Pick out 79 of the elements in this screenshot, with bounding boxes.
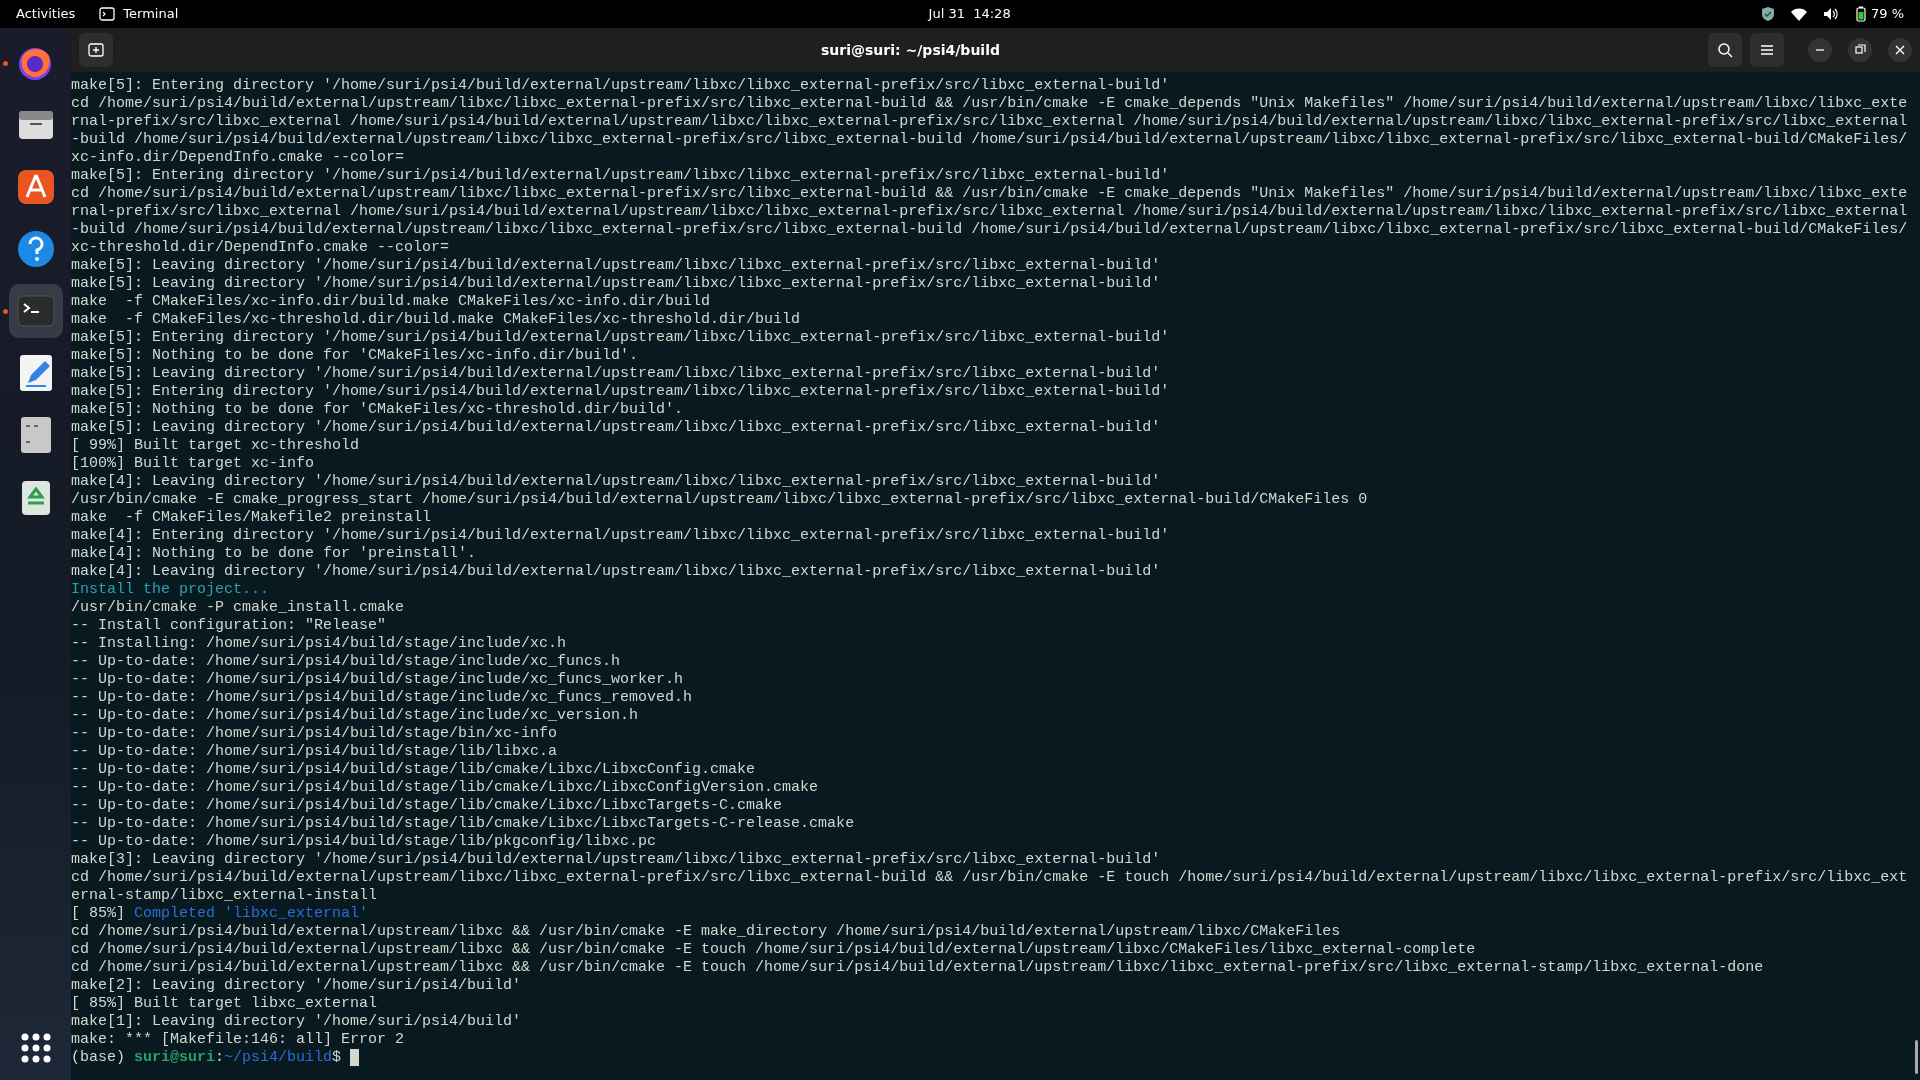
terminal-line: cd /home/suri/psi4/build/external/upstream/libxc/libxc_external-prefix/src/libxc_external-build && /usr/bin/cmake -E cmake_depends "Unix Makefiles" /home/suri/psi4/build/external/upstream/libxc/libxc_exte: [71, 185, 1908, 202]
terminal-line: xc-threshold.dir/DependInfo.cmake --color=: [71, 239, 450, 256]
terminal-line: make[5]: Nothing to be done for 'CMakeFiles/xc-threshold.dir/build'.: [71, 401, 684, 418]
terminal-line: -- Up-to-date: /home/suri/psi4/build/stage/lib/libxc.a: [71, 743, 558, 760]
terminal-line: -build /home/suri/psi4/build/external/upstream/libxc/libxc_external-prefix/src/libxc_external-build /home/suri/psi4/build/external/upstream/libxc/libxc_external-prefix/src/libxc_external-build/CMakeFiles/: [71, 221, 1908, 238]
window-title: suri@suri: ~/psi4/build: [821, 40, 1000, 60]
terminal-line: -- Up-to-date: /home/suri/psi4/build/stage/lib/cmake/Libxc/LibxcConfig.cmake: [71, 761, 756, 778]
terminal-line: make[5]: Leaving directory '/home/suri/psi4/build/external/upstream/libxc/libxc_external-prefix/src/libxc_external-build': [71, 257, 1161, 274]
clock[interactable]: Jul 31 14:28: [928, 4, 1011, 24]
terminal-line: -- Install configuration: "Release": [71, 617, 387, 634]
new-tab-button[interactable]: [79, 33, 113, 67]
terminal-line: xc-info.dir/DependInfo.cmake --color=: [71, 149, 405, 166]
terminal-line: [ 85%] Built target libxc_external: [71, 995, 378, 1012]
terminal-line: [100%] Built target xc-info: [71, 455, 315, 472]
battery-icon: [1854, 6, 1867, 22]
terminal-line: -- Up-to-date: /home/suri/psi4/build/stage/lib/cmake/Libxc/LibxcConfigVersion.cmake: [71, 779, 819, 796]
shield-icon: [1760, 6, 1775, 22]
terminal-line: [ 99%] Built target xc-threshold: [71, 437, 360, 454]
search-button[interactable]: [1708, 33, 1742, 67]
terminal-line: make[2]: Leaving directory '/home/suri/psi4/build': [71, 977, 522, 994]
terminal-line: make[5]: Leaving directory '/home/suri/psi4/build/external/upstream/libxc/libxc_external-prefix/src/libxc_external-build': [71, 365, 1161, 382]
terminal-line: cd /home/suri/psi4/build/external/upstream/libxc/libxc_external-prefix/src/libxc_external-build && /usr/bin/cmake -E cmake_depends "Unix Makefiles" /home/suri/psi4/build/external/upstream/libxc/libxc_exte: [71, 95, 1908, 112]
terminal-line: make -f CMakeFiles/xc-info.dir/build.make CMakeFiles/xc-info.dir/build: [71, 293, 711, 310]
app-name[interactable]: Terminal: [123, 4, 179, 24]
battery-percentage: 79 %: [1870, 5, 1904, 24]
terminal-line: cd /home/suri/psi4/build/external/upstream/libxc && /usr/bin/cmake -E make_directory /home/suri/psi4/build/external/upstream/libxc/CMakeFiles: [71, 923, 1341, 940]
terminal-line: (base) suri@suri:~/psi4/build$: [71, 1049, 343, 1066]
terminal-line: Install the project...: [71, 581, 270, 598]
close-button[interactable]: [1888, 38, 1912, 62]
app-grid-icon[interactable]: [19, 1032, 52, 1064]
terminal-line: /usr/bin/cmake -E cmake_progress_start /home/suri/psi4/build/external/upstream/libxc/libxc_external-prefix/src/libxc_external-build/CMakeFiles 0: [71, 491, 1368, 508]
terminal-line: /usr/bin/cmake -P cmake_install.cmake: [71, 599, 405, 616]
scrollbar[interactable]: [1915, 1040, 1918, 1074]
terminal-line: -- Up-to-date: /home/suri/psi4/build/stage/bin/xc-info: [71, 725, 558, 742]
restore-icon: [1853, 43, 1867, 57]
terminal-line: cd /home/suri/psi4/build/external/upstream/libxc/libxc_external-prefix/src/libxc_external-build && /usr/bin/cmake -E touch /home/suri/psi4/build/external/upstream/libxc/libxc_external-prefix/src/libxc_ext: [71, 869, 1908, 886]
terminal-line: make[5]: Entering directory '/home/suri/psi4/build/external/upstream/libxc/libxc_external-prefix/src/libxc_external-build': [71, 383, 1170, 400]
terminal-line: make[5]: Leaving directory '/home/suri/psi4/build/external/upstream/libxc/libxc_external-prefix/src/libxc_external-build': [71, 419, 1161, 436]
terminal-line: -- Up-to-date: /home/suri/psi4/build/stage/include/xc_version.h: [71, 707, 639, 724]
terminal-line: -- Installing: /home/suri/psi4/build/stage/include/xc.h: [71, 635, 567, 652]
minimize-button[interactable]: [1808, 38, 1832, 62]
search-icon: [1717, 42, 1733, 58]
terminal-line: [ 85%] Completed 'libxc_external': [71, 905, 369, 922]
terminal-line: rnal-prefix/src/libxc_external /home/suri/psi4/build/external/upstream/libxc/libxc_external-prefix/src/libxc_external /home/suri/psi4/build/external/upstream/libxc/libxc_external-prefix/src/libxc_external: [71, 203, 1908, 220]
terminal-line: make[4]: Leaving directory '/home/suri/psi4/build/external/upstream/libxc/libxc_external-prefix/src/libxc_external-build': [71, 473, 1161, 490]
terminal-line: make[4]: Entering directory '/home/suri/psi4/build/external/upstream/libxc/libxc_external-prefix/src/libxc_external-build': [71, 527, 1170, 544]
menu-icon: [1760, 44, 1774, 56]
terminal-line: -- Up-to-date: /home/suri/psi4/build/stage/lib/pkgconfig/libxc.pc: [71, 833, 657, 850]
terminal-line: make[5]: Nothing to be done for 'CMakeFiles/xc-info.dir/build'.: [71, 347, 639, 364]
activities-button[interactable]: Activities: [16, 4, 76, 24]
terminal-icon: [99, 7, 116, 21]
plus-tab-icon: [88, 42, 104, 58]
terminal-line: ernal-stamp/libxc_external-install: [71, 887, 378, 904]
terminal-line: make[5]: Entering directory '/home/suri/psi4/build/external/upstream/libxc/libxc_external-prefix/src/libxc_external-build': [71, 329, 1170, 346]
menu-button[interactable]: [1750, 33, 1784, 67]
terminal-line: make[1]: Leaving directory '/home/suri/psi4/build': [71, 1013, 522, 1030]
terminal-line: cd /home/suri/psi4/build/external/upstream/libxc && /usr/bin/cmake -E touch /home/suri/psi4/build/external/upstream/libxc/libxc_external-prefix/src/libxc_external-stamp/libxc_external-done: [71, 959, 1764, 976]
close-icon: [1893, 43, 1907, 57]
terminal-line: make[5]: Leaving directory '/home/suri/psi4/build/external/upstream/libxc/libxc_external-prefix/src/libxc_external-build': [71, 275, 1161, 292]
terminal-line: -build /home/suri/psi4/build/external/upstream/libxc/libxc_external-prefix/src/libxc_external-build /home/suri/psi4/build/external/upstream/libxc/libxc_external-prefix/src/libxc_external-build/CMakeFiles/: [71, 131, 1908, 148]
terminal-line: -- Up-to-date: /home/suri/psi4/build/stage/include/xc_funcs_worker.h: [71, 671, 684, 688]
terminal-line: -- Up-to-date: /home/suri/psi4/build/stage/include/xc_funcs.h: [71, 653, 621, 670]
terminal-line: rnal-prefix/src/libxc_external /home/suri/psi4/build/external/upstream/libxc/libxc_external-prefix/src/libxc_external /home/suri/psi4/build/external/upstream/libxc/libxc_external-prefix/src/libxc_external: [71, 113, 1908, 130]
terminal-line: cd /home/suri/psi4/build/external/upstream/libxc && /usr/bin/cmake -E touch /home/suri/psi4/build/external/upstream/libxc/CMakeFiles/libxc_external-complete: [71, 941, 1476, 958]
terminal-line: make[5]: Entering directory '/home/suri/psi4/build/external/upstream/libxc/libxc_external-prefix/src/libxc_external-build': [71, 77, 1170, 94]
terminal-line: make -f CMakeFiles/Makefile2 preinstall: [71, 509, 432, 526]
maximize-button[interactable]: [1848, 38, 1872, 62]
terminal-line: make -f CMakeFiles/xc-threshold.dir/build.make CMakeFiles/xc-threshold.dir/build: [71, 311, 801, 328]
wifi-icon: [1790, 7, 1807, 21]
terminal-line: -- Up-to-date: /home/suri/psi4/build/stage/include/xc_funcs_removed.h: [71, 689, 693, 706]
minimize-icon: [1816, 49, 1824, 51]
terminal-line: -- Up-to-date: /home/suri/psi4/build/stage/lib/cmake/Libxc/LibxcTargets-C.cmake: [71, 797, 783, 814]
terminal-line: make[4]: Leaving directory '/home/suri/psi4/build/external/upstream/libxc/libxc_external-prefix/src/libxc_external-build': [71, 563, 1161, 580]
terminal-line: make: *** [Makefile:146: all] Error 2: [71, 1031, 405, 1048]
volume-icon: [1822, 7, 1839, 21]
terminal-line: make[4]: Nothing to be done for 'preinstall'.: [71, 545, 477, 562]
terminal-line: make[5]: Entering directory '/home/suri/psi4/build/external/upstream/libxc/libxc_external-prefix/src/libxc_external-build': [71, 167, 1170, 184]
terminal-line: make[3]: Leaving directory '/home/suri/psi4/build/external/upstream/libxc/libxc_external-prefix/src/libxc_external-build': [71, 851, 1161, 868]
terminal-line: -- Up-to-date: /home/suri/psi4/build/stage/lib/cmake/Libxc/LibxcTargets-C-release.cmake: [71, 815, 855, 832]
